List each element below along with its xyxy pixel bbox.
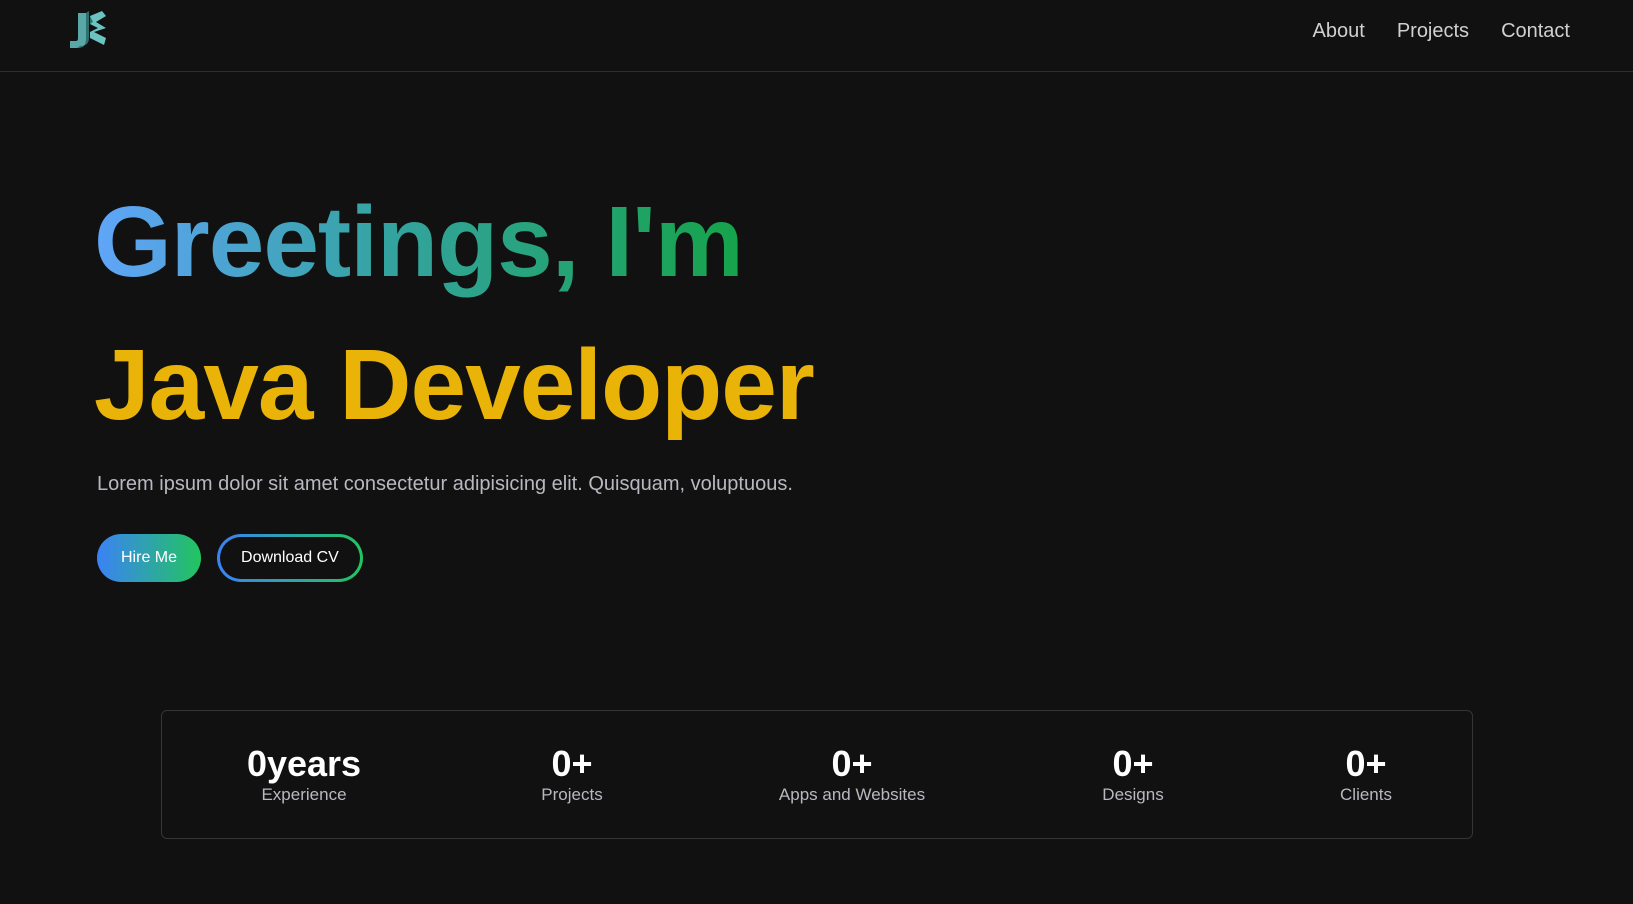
nav-link-about[interactable]: About [1313, 17, 1365, 45]
hire-me-button[interactable]: Hire Me [97, 534, 202, 582]
hero-role: Java Developer [94, 329, 815, 441]
stat-label: Designs [1102, 785, 1164, 804]
stat-value: 0+ [1345, 743, 1387, 784]
hero-buttons: Hire Me Download CV [97, 534, 363, 582]
stat-value: 0+ [551, 743, 593, 784]
stat-value: 0years [246, 743, 362, 784]
stat-label: Clients [1340, 785, 1392, 804]
stat-value: 0+ [831, 743, 873, 784]
stat-designs: 0+ Designs [1102, 744, 1163, 806]
logo-icon [70, 11, 106, 48]
download-cv-button[interactable]: Download CV [220, 537, 360, 579]
hero-greeting: Greetings, I'm [94, 182, 744, 302]
stats-panel: 0years Experience 0+ Projects 0+ Apps an… [161, 710, 1473, 839]
stat-apps: 0+ Apps and Websites [779, 744, 925, 806]
nav-link-projects[interactable]: Projects [1397, 17, 1469, 45]
logo[interactable] [64, 10, 112, 52]
navbar: About Projects Contact [0, 0, 1633, 72]
hero-description: Lorem ipsum dolor sit amet consectetur a… [97, 473, 793, 495]
download-cv-border: Download CV [217, 534, 363, 582]
stat-label: Projects [541, 785, 603, 804]
stat-label: Apps and Websites [778, 785, 926, 804]
stat-label: Experience [261, 785, 347, 804]
nav-link-contact[interactable]: Contact [1501, 17, 1570, 45]
stat-value: 0+ [1112, 743, 1154, 784]
stat-clients: 0+ Clients [1340, 744, 1392, 806]
stat-experience: 0years Experience [247, 744, 361, 806]
nav-links: About Projects Contact [1313, 17, 1570, 45]
stat-projects: 0+ Projects [541, 744, 602, 806]
